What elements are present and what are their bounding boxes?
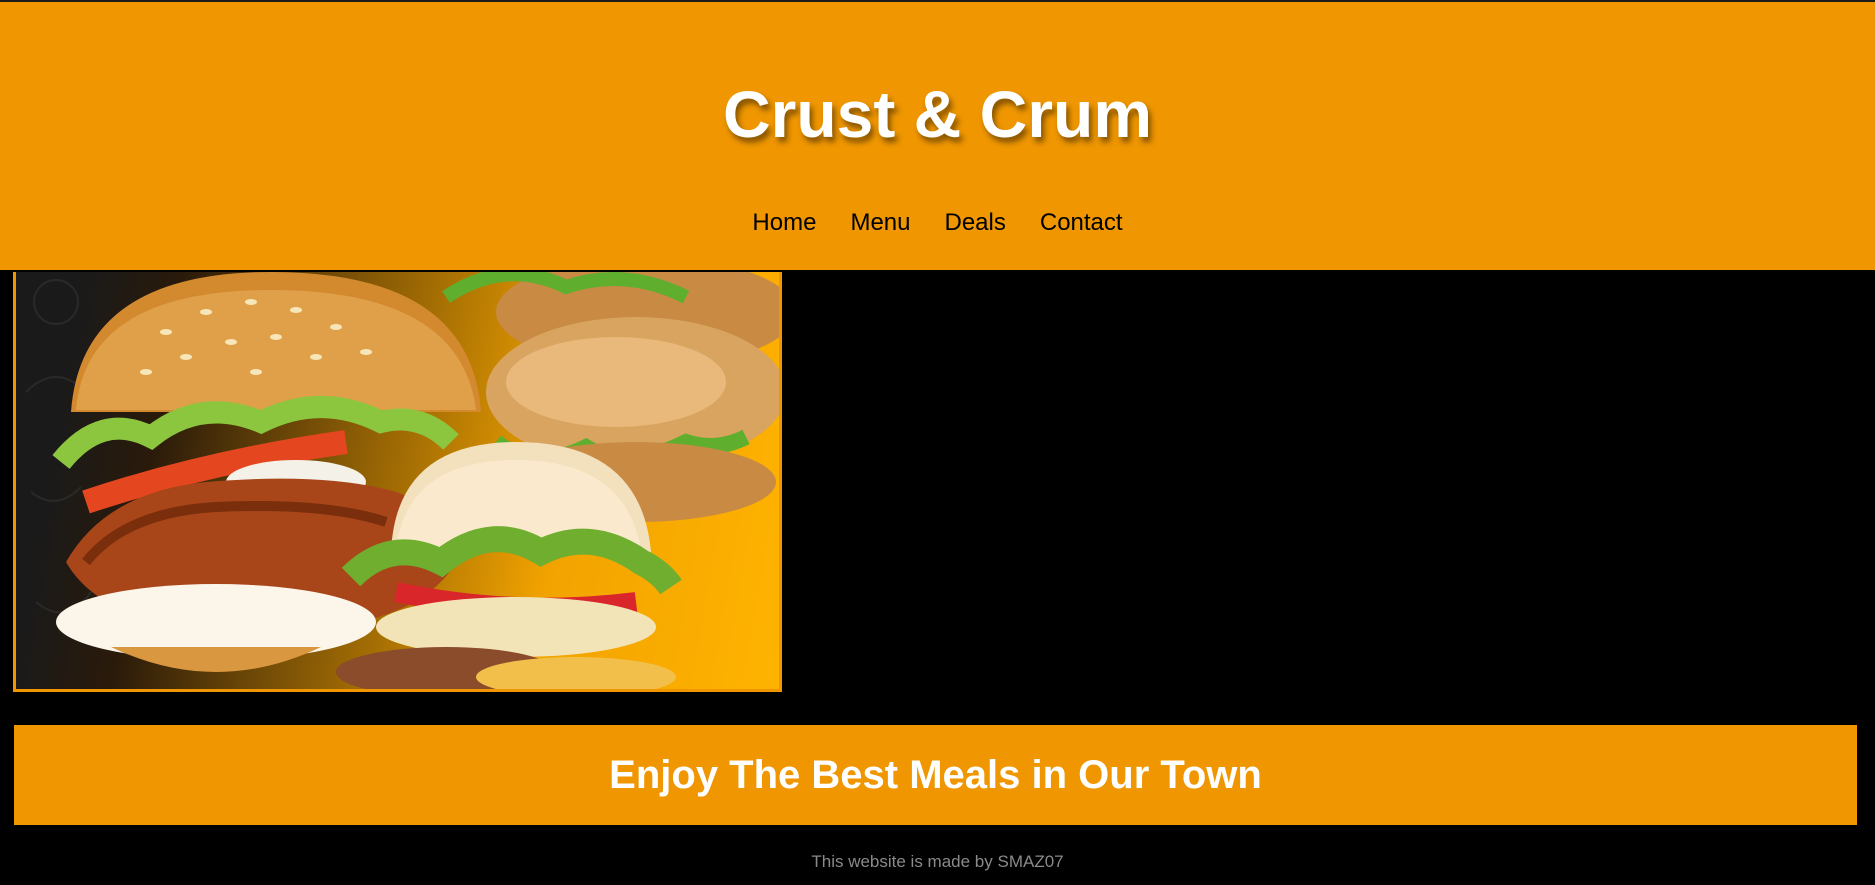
- site-header: Crust & Crum Home Menu Deals Contact: [0, 0, 1875, 270]
- hero-image: [13, 272, 782, 692]
- nav-home-link[interactable]: Home: [752, 205, 816, 241]
- nav-menu-link[interactable]: Menu: [850, 205, 910, 241]
- promo-banner: Enjoy The Best Meals in Our Town: [14, 725, 1857, 825]
- nav-contact-link[interactable]: Contact: [1040, 205, 1123, 241]
- site-footer: This website is made by SMAZ07: [811, 852, 1064, 871]
- promo-banner-text: Enjoy The Best Meals in Our Town: [609, 752, 1262, 797]
- site-title: Crust & Crum: [722, 77, 1153, 151]
- main-nav: Home Menu Deals Contact: [0, 205, 1875, 241]
- burger-collage-image: [25, 272, 779, 689]
- nav-deals-link[interactable]: Deals: [945, 205, 1006, 241]
